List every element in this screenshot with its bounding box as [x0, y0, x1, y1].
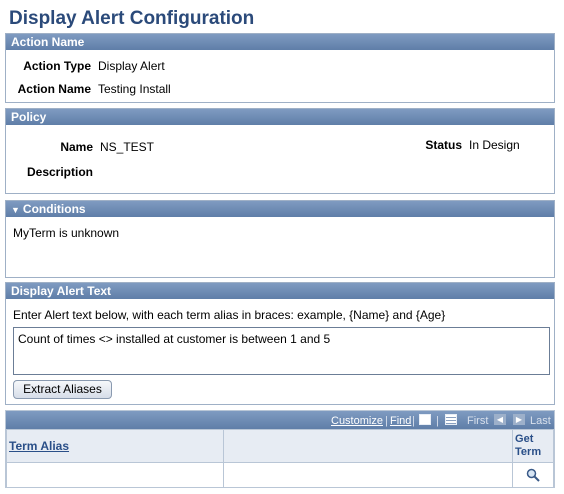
- alert-text-section: Display Alert Text Enter Alert text belo…: [5, 282, 555, 405]
- get-term-header: Get Term: [515, 433, 542, 458]
- toolbar-separator: |: [436, 415, 439, 427]
- action-type-label: Action Type: [23, 59, 91, 73]
- next-arrow-icon[interactable]: ▶: [513, 414, 525, 425]
- term-alias-cell[interactable]: [6, 462, 224, 488]
- view-all-icon[interactable]: [419, 414, 431, 425]
- conditions-text: MyTerm is unknown: [13, 226, 120, 240]
- grid-toolbar: Customize | Find | | First ◀ ▶ Last: [6, 411, 554, 429]
- spreadsheet-icon[interactable]: [445, 414, 457, 425]
- col-get-term: Get Term: [512, 429, 554, 463]
- policy-name-value: NS_TEST: [100, 140, 155, 154]
- first-label: First: [467, 415, 489, 427]
- action-name-section: Action Name Action Type Display Alert Ac…: [5, 33, 555, 103]
- alert-instruction: Enter Alert text below, with each term a…: [13, 308, 446, 322]
- empty-cell: [222, 462, 514, 488]
- policy-description-label: Description: [26, 165, 93, 179]
- term-alias-header-link[interactable]: Term Alias: [9, 439, 69, 453]
- policy-status-value: In Design: [469, 138, 520, 152]
- action-name-header: Action Name: [6, 34, 554, 50]
- lookup-icon[interactable]: [526, 468, 540, 483]
- customize-link[interactable]: Customize: [331, 415, 383, 427]
- policy-status-label: Status: [425, 138, 462, 152]
- prev-arrow-icon[interactable]: ◀: [494, 414, 506, 425]
- action-type-value: Display Alert: [98, 59, 165, 73]
- action-name-value: Testing Install: [98, 82, 171, 96]
- alert-text-header: Display Alert Text: [6, 283, 554, 299]
- conditions-section: ▼ Conditions MyTerm is unknown: [5, 200, 555, 278]
- toolbar-separator: |: [385, 415, 388, 427]
- toolbar-separator: |: [412, 415, 415, 427]
- term-alias-table: Term Alias Get Term: [6, 429, 554, 488]
- extract-aliases-button[interactable]: Extract Aliases: [13, 380, 112, 399]
- col-empty: [222, 429, 514, 463]
- page-title: Display Alert Configuration: [9, 8, 255, 29]
- policy-section: Policy Name NS_TEST Status In Design Des…: [5, 108, 555, 194]
- get-term-cell: [512, 462, 554, 488]
- alert-text-area[interactable]: Count of times <> installed at customer …: [13, 327, 550, 375]
- table-header-row: Term Alias Get Term: [6, 429, 554, 463]
- conditions-header[interactable]: ▼ Conditions: [6, 201, 554, 217]
- collapse-triangle-icon[interactable]: ▼: [11, 205, 20, 215]
- policy-name-label: Name: [60, 140, 93, 154]
- conditions-header-label: Conditions: [22, 202, 86, 216]
- action-name-label: Action Name: [17, 82, 91, 96]
- last-label: Last: [530, 415, 551, 427]
- policy-header: Policy: [6, 109, 554, 125]
- table-row: [6, 462, 554, 488]
- term-alias-grid: Customize | Find | | First ◀ ▶ Last Term…: [5, 410, 555, 488]
- col-term-alias[interactable]: Term Alias: [6, 429, 224, 463]
- find-link[interactable]: Find: [390, 415, 411, 427]
